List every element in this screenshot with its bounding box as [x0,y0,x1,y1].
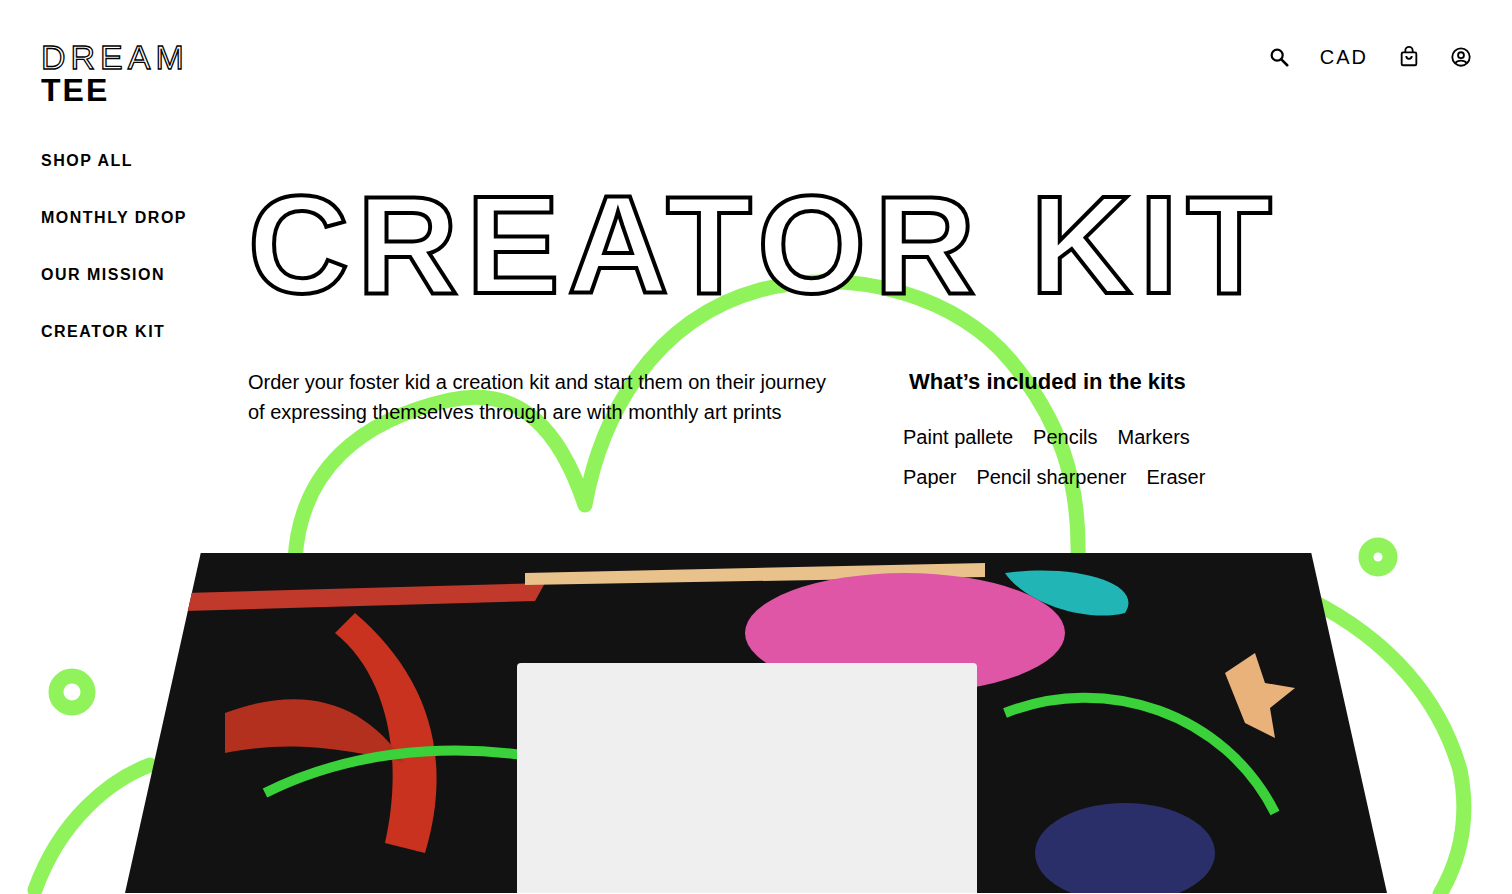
included-item: Paper [903,463,956,491]
nav-item[interactable]: SHOP ALL [41,151,248,171]
included-item: Pencil sharpener [976,463,1126,491]
page-title: CREATOR KIT [248,175,1512,315]
side-nav: SHOP ALL MONTHLY DROP OUR MISSION CREATOR K… [0,106,248,491]
main-content: CREATOR KIT Order your foster kid a creat… [248,106,1512,491]
included-section: What’s included in the kits Paint pallete… [903,367,1512,491]
included-item: Eraser [1146,463,1205,491]
logo-solid-text: TEE [41,74,189,106]
included-item: Pencils [1033,423,1097,451]
nav-item[interactable]: OUR MISSION [41,265,248,285]
nav-item[interactable]: CREATOR KIT [41,322,248,342]
info-section: Order your foster kid a creation kit and… [248,367,1512,491]
user-account-icon[interactable] [1450,46,1472,68]
description: Order your foster kid a creation kit and… [248,367,838,491]
search-icon[interactable] [1268,46,1290,68]
currency-selector[interactable]: CAD [1320,42,1368,72]
included-item: Paint pallete [903,423,1013,451]
shopping-bag-icon[interactable] [1398,46,1420,68]
kit-box-photo [125,553,1387,893]
included-heading: What’s included in the kits [909,367,1512,397]
logo-outline-text: DREAM [41,40,189,74]
included-item: Markers [1118,423,1190,451]
included-list: Paint pallete Pencils Markers Paper Pencil s… [903,423,1248,491]
logo[interactable]: DREAMTEE [41,40,189,106]
nav-item[interactable]: MONTHLY DROP [41,208,248,228]
